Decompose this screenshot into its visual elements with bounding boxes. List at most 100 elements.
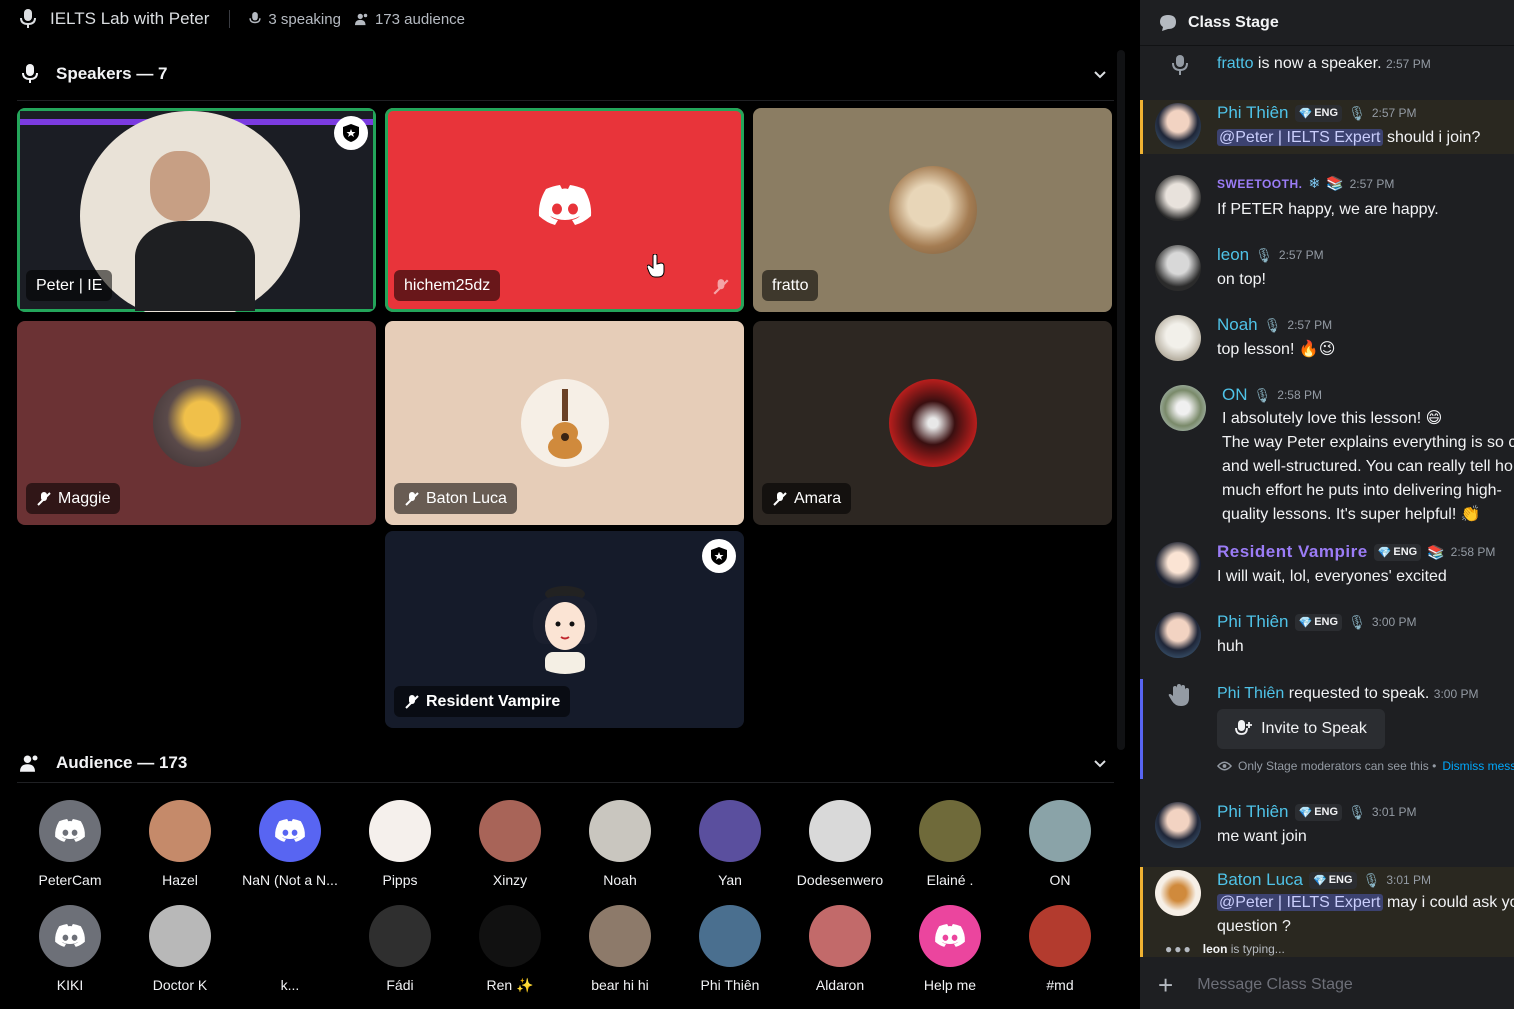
speaker-tile[interactable]: Maggie — [17, 321, 376, 525]
speaker-avatar — [888, 379, 977, 467]
audience-avatar — [369, 800, 431, 862]
username[interactable]: Baton Luca — [1217, 870, 1303, 890]
audience-count: 173 audience — [354, 11, 465, 28]
audience-avatar — [259, 800, 321, 862]
message-item[interactable]: Phi Thiên 💎 ENG 🎙 3:01 PM me want join — [1140, 799, 1514, 853]
timestamp: 2:57 PM — [1287, 318, 1333, 332]
message-header: Baton Luca 💎 ENG 🎙 3:01 PM — [1217, 870, 1431, 890]
speaker-tile[interactable]: Peter | IE — [17, 108, 376, 312]
dismiss-link[interactable]: Dismiss mess — [1442, 759, 1514, 773]
audience-member[interactable]: Pipps — [345, 800, 455, 888]
message-item[interactable]: leon 🎙 2:57 PM on top! — [1140, 242, 1514, 296]
user-avatar[interactable] — [1155, 542, 1201, 588]
audience-member[interactable]: Hazel — [125, 800, 235, 888]
audience-member[interactable]: Doctor K — [125, 905, 235, 993]
speaker-name: fratto — [772, 276, 809, 294]
message-item[interactable]: Phi Thiên 💎 ENG 🎙 2:57 PM @Peter | IELTS … — [1140, 100, 1514, 154]
message-item[interactable]: Phi Thiên 💎 ENG 🎙 3:00 PM huh — [1140, 609, 1514, 663]
audience-member[interactable]: ON — [1005, 800, 1115, 888]
user-avatar[interactable] — [1155, 245, 1201, 291]
user-mention[interactable]: @Peter | IELTS Expert — [1217, 129, 1383, 146]
audience-member[interactable]: Ren ✨ — [455, 905, 565, 994]
speaker-tile[interactable]: Baton Luca — [385, 321, 744, 525]
speakers-header-label: Speakers — 7 — [56, 64, 168, 83]
username[interactable]: Noah — [1217, 315, 1258, 335]
username[interactable]: Phi Thiên — [1217, 685, 1284, 702]
speakers-header[interactable]: Speakers — 7 — [0, 60, 1118, 88]
audience-header-label: Audience — 173 — [56, 753, 188, 772]
gem-icon: 💎 — [1377, 546, 1392, 559]
audience-member[interactable]: Xinzy — [455, 800, 565, 888]
audience-member[interactable]: Noah — [565, 800, 675, 888]
message-header: leon 🎙 2:57 PM — [1217, 245, 1324, 265]
message-header: ON 🎙 2:58 PM — [1222, 385, 1322, 405]
message-item[interactable]: SWEETOOTH. ❄ 📚 2:57 PM If PETER happy, w… — [1140, 172, 1514, 226]
message-item[interactable]: Resident Vampire 💎 ENG 📚 2:58 PM I will w… — [1140, 539, 1514, 593]
chevron-down-icon[interactable] — [1092, 66, 1108, 82]
mic-badge-icon: 🎙 — [1348, 613, 1366, 630]
audience-name: bear hi hi — [591, 977, 649, 993]
message-list[interactable]: fratto is now a speaker. 2:57 PM Phi Thi… — [1140, 47, 1514, 957]
add-attachment-icon[interactable]: + — [1158, 972, 1173, 998]
speaker-tile[interactable]: fratto — [753, 108, 1112, 312]
speaker-tile[interactable]: Resident Vampire — [385, 531, 744, 728]
user-avatar[interactable] — [1155, 103, 1201, 149]
shield-star-icon — [711, 547, 727, 565]
timestamp: 2:57 PM — [1386, 57, 1431, 71]
message-input[interactable] — [1197, 975, 1478, 994]
user-avatar[interactable] — [1155, 870, 1201, 916]
message-text: If PETER happy, we are happy. — [1217, 201, 1439, 218]
message-text: me want join — [1217, 828, 1307, 845]
username[interactable]: Resident Vampire — [1217, 542, 1368, 562]
audience-member[interactable]: Aldaron — [785, 905, 895, 993]
hand-cursor-icon — [647, 254, 665, 278]
audience-member[interactable]: #md — [1005, 905, 1115, 993]
audience-member[interactable]: k... — [235, 905, 345, 993]
audience-name: Dodesenwero — [796, 872, 884, 888]
audience-header[interactable]: Audience — 173 — [0, 749, 1118, 777]
timestamp: 2:57 PM — [1278, 248, 1324, 262]
chevron-down-icon[interactable] — [1092, 755, 1108, 771]
invite-to-speak-button[interactable]: Invite to Speak — [1217, 709, 1385, 749]
audience-name: PeterCam — [38, 872, 102, 888]
audience-name: NaN (Not a N... — [242, 872, 338, 888]
username[interactable]: fratto — [1217, 55, 1253, 72]
audience-avatar — [479, 800, 541, 862]
audience-avatar — [39, 800, 101, 862]
audience-member[interactable]: bear hi hi — [565, 905, 675, 993]
user-avatar[interactable] — [1155, 315, 1201, 361]
message-item[interactable]: ON 🎙 2:58 PM I absolutely love this less… — [1140, 382, 1514, 532]
username[interactable]: SWEETOOTH. — [1217, 177, 1302, 191]
muted-mic-icon — [405, 694, 419, 709]
audience-member[interactable]: PeterCam — [15, 800, 125, 888]
username[interactable]: Phi Thiên — [1217, 103, 1289, 123]
username[interactable]: leon — [1217, 245, 1249, 265]
audience-member[interactable]: Yan — [675, 800, 785, 888]
audience-member[interactable]: Elainé . — [895, 800, 1005, 888]
username[interactable]: ON — [1222, 385, 1248, 405]
audience-member[interactable]: Fádi — [345, 905, 455, 993]
user-avatar[interactable] — [1155, 612, 1201, 658]
user-avatar[interactable] — [1160, 385, 1206, 431]
typing-dots-icon: ●●● — [1165, 942, 1193, 956]
system-message: fratto is now a speaker. 2:57 PM — [1140, 47, 1514, 87]
audience-member[interactable]: Dodesenwero — [785, 800, 895, 888]
timestamp: 3:01 PM — [1371, 805, 1417, 819]
username[interactable]: Phi Thiên — [1217, 802, 1289, 822]
username[interactable]: Phi Thiên — [1217, 612, 1289, 632]
stage-scrollbar[interactable] — [1117, 50, 1125, 750]
user-avatar[interactable] — [1155, 802, 1201, 848]
face — [150, 151, 210, 221]
speaker-name-label: Maggie — [26, 483, 121, 514]
speaker-tile[interactable]: hichem25dz — [385, 108, 744, 312]
audience-member[interactable]: NaN (Not a N... — [235, 800, 345, 888]
audience-member[interactable]: Phi Thiên — [675, 905, 785, 993]
user-avatar[interactable] — [1155, 175, 1201, 221]
user-mention[interactable]: @Peter | IELTS Expert — [1217, 894, 1383, 911]
snowflake-icon: ❄ — [1308, 175, 1321, 191]
speaker-tile[interactable]: Amara — [753, 321, 1112, 525]
audience-member[interactable]: Help me — [895, 905, 1005, 993]
message-item[interactable]: Noah 🎙 2:57 PM top lesson! 🔥😉 — [1140, 312, 1514, 366]
audience-member[interactable]: KIKI — [15, 905, 125, 993]
speaker-avatar — [520, 379, 609, 467]
